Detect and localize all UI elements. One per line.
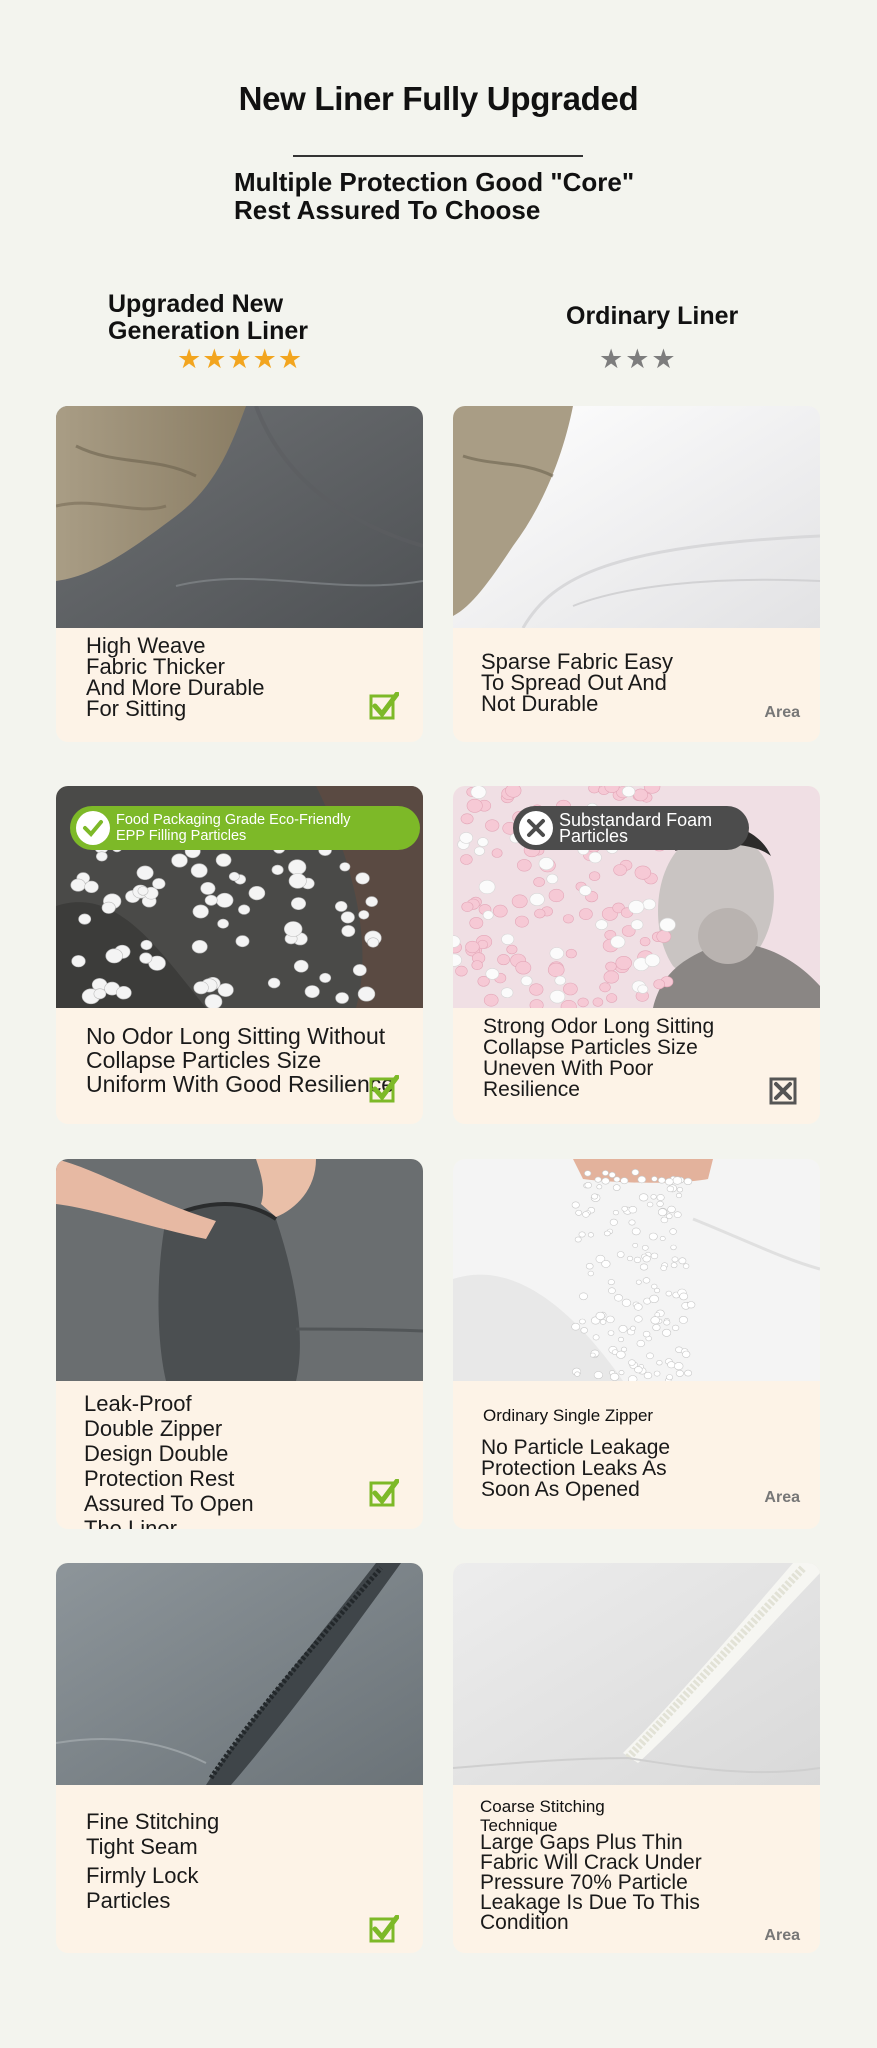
title-divider (293, 155, 583, 157)
star-rating-gray: ★★★ (599, 344, 678, 374)
photo-double-zipper-gray (56, 1159, 423, 1381)
description-line: Soon As Opened (481, 1478, 640, 1501)
description-line: For Sitting (86, 696, 187, 721)
card-subheading: Ordinary Single Zipper (483, 1406, 654, 1425)
column-heading-upgraded: Upgraded New Generation Liner (108, 291, 308, 345)
description-line: Fabric Thicker (86, 654, 225, 679)
description-line: The Liner (84, 1516, 177, 1529)
check-box-icon (369, 1915, 399, 1943)
description-line: Sparse Fabric Easy (481, 649, 673, 674)
description-line: Resilience (483, 1078, 580, 1101)
check-box-icon (369, 1075, 399, 1103)
description-line: Particles (86, 1888, 171, 1913)
description-line: Leakage Is Due To This (480, 1891, 700, 1914)
card-description: Large Gaps Plus Thin Fabric Will Crack U… (480, 1831, 702, 1934)
comparison-card-fabric-upgraded: High Weave Fabric Thicker And More Durab… (56, 406, 423, 742)
badge-line: Food Packaging Grade Eco-Friendly (116, 812, 351, 828)
description-line: High Weave (86, 633, 206, 658)
subtitle-line: Multiple Protection Good "Core" (234, 167, 635, 197)
column-heading-line: Upgraded New (108, 290, 284, 318)
description-line: To Spread Out And (481, 670, 667, 695)
comparison-card-zipper-ordinary: Ordinary Single Zipper No Particle Leaka… (453, 1159, 820, 1529)
description-line: No Particle Leakage (481, 1436, 671, 1459)
card-description: Leak-Proof Double Zipper Design Double P… (84, 1391, 254, 1529)
badge-line: Particles (559, 826, 629, 846)
comparison-card-stitching-upgraded: Fine Stitching Tight Seam Firmly Lock Pa… (56, 1563, 423, 1953)
card-description: No Particle Leakage Protection Leaks As … (481, 1437, 670, 1500)
area-label: Area (764, 1927, 800, 1944)
area-label: Area (764, 1489, 800, 1506)
card-subheading: Coarse Stitching Technique (480, 1797, 605, 1835)
description-line: Design Double (84, 1441, 229, 1466)
description-line: Double Zipper (84, 1416, 223, 1441)
description-line: Collapse Particles Size (483, 1036, 698, 1059)
page-title: New Liner Fully Upgraded (238, 80, 639, 117)
description-line: Large Gaps Plus Thin (480, 1831, 683, 1854)
substandard-particles-badge: Substandard Foam Particles (513, 806, 749, 850)
comparison-card-zipper-upgraded: Leak-Proof Double Zipper Design Double P… (56, 1159, 423, 1529)
description-line: Fabric Will Crack Under (480, 1851, 702, 1874)
description-line: Firmly Lock (86, 1863, 199, 1888)
photo-fine-stitching-gray (56, 1563, 423, 1785)
area-label: Area (764, 704, 800, 721)
card-description: No Odor Long Sitting Without Collapse Pa… (86, 1024, 394, 1096)
description-line: Assured To Open (84, 1491, 254, 1516)
comparison-card-fabric-ordinary: Sparse Fabric Easy To Spread Out And Not… (453, 406, 820, 742)
subheading-line: Coarse Stitching (480, 1797, 605, 1816)
description-line: Protection Leaks As (481, 1457, 667, 1480)
card-description: High Weave Fabric Thicker And More Durab… (86, 633, 265, 721)
description-line: Fine Stitching (86, 1809, 220, 1834)
check-circle-icon (76, 811, 110, 845)
photo-white-fabric-liner (453, 406, 820, 628)
description-line: No Odor Long Sitting Without (86, 1023, 386, 1049)
description-line: Protection Rest (84, 1466, 235, 1491)
photo-coarse-stitching-white (453, 1563, 820, 1785)
star-rating-gold: ★★★★★ (177, 344, 304, 374)
description-line: And More Durable (86, 675, 265, 700)
card-description: Sparse Fabric Easy To Spread Out And Not… (481, 649, 673, 716)
card-description: Fine Stitching Tight Seam Firmly Lock Pa… (86, 1809, 219, 1913)
comparison-card-particles-ordinary: Substandard Foam Particles Strong Odor L… (453, 786, 820, 1124)
description-line: Not Durable (481, 691, 599, 716)
description-line: Uniform With Good Resilience (86, 1071, 395, 1097)
description-line: Uneven With Poor (483, 1057, 654, 1080)
check-box-icon (369, 1479, 399, 1507)
badge-line: EPP Filling Particles (116, 828, 247, 844)
description-line: Condition (480, 1911, 569, 1934)
subtitle-line: Rest Assured To Choose (234, 195, 541, 225)
check-box-icon (369, 692, 399, 720)
description-line: Leak-Proof (84, 1391, 192, 1416)
description-line: Collapse Particles Size (86, 1047, 322, 1073)
comparison-card-stitching-ordinary: Coarse Stitching Technique Large Gaps Pl… (453, 1563, 820, 1953)
cross-circle-icon (519, 811, 553, 845)
column-heading-ordinary: Ordinary Liner (566, 302, 739, 330)
card-description: Strong Odor Long Sitting Collapse Partic… (483, 1016, 714, 1100)
description-line: Strong Odor Long Sitting (483, 1015, 715, 1038)
page-subtitle: Multiple Protection Good "Core" Rest Ass… (234, 168, 634, 224)
column-heading-line: Generation Liner (108, 317, 309, 345)
photo-gray-fabric-liner (56, 406, 423, 628)
eco-particles-badge: Food Packaging Grade Eco-Friendly EPP Fi… (70, 806, 420, 850)
comparison-card-particles-upgraded: Food Packaging Grade Eco-Friendly EPP Fi… (56, 786, 423, 1124)
description-line: Tight Seam (86, 1834, 198, 1859)
description-line: Pressure 70% Particle (480, 1871, 688, 1894)
photo-particles-pouring (453, 1159, 820, 1381)
cross-box-icon (769, 1077, 797, 1105)
